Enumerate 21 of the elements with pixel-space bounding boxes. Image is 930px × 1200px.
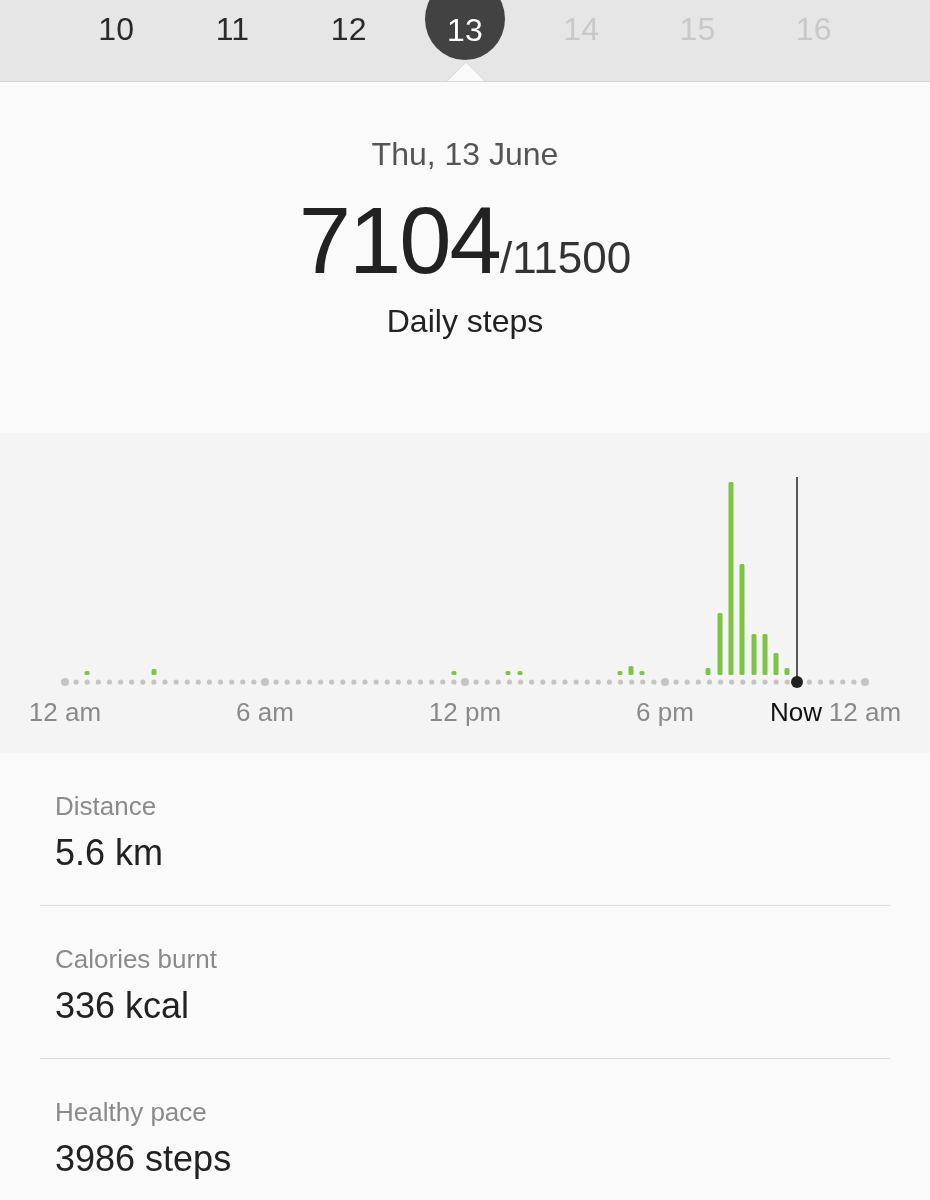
stat-value: 3986 steps: [55, 1138, 233, 1180]
time-label: 12 am: [28, 697, 102, 728]
time-label: 12 pm: [428, 697, 502, 728]
time-label: 6 pm: [636, 697, 694, 728]
steps-caption: Daily steps: [386, 303, 544, 340]
time-label: Now: [769, 697, 822, 728]
date-tab[interactable]: 13: [424, 0, 505, 60]
stat-value: 5.6 km: [55, 832, 165, 874]
stat-label: Healthy pace: [55, 1097, 208, 1128]
stat-value: 336 kcal: [55, 985, 191, 1027]
date-tab[interactable]: 12: [308, 0, 389, 58]
time-label: 6 am: [236, 697, 294, 728]
stat-label: Distance: [55, 791, 158, 822]
date-tab[interactable]: 11: [192, 0, 273, 58]
date-tab[interactable]: 10: [76, 0, 157, 58]
now-marker-icon: [791, 476, 803, 688]
step-count: 7104: [298, 187, 500, 295]
step-goal: /11500: [499, 233, 632, 283]
date-heading: Thu, 13 June: [371, 136, 559, 173]
time-label: 12 am: [828, 697, 902, 728]
stat-label: Calories burnt: [55, 944, 218, 975]
